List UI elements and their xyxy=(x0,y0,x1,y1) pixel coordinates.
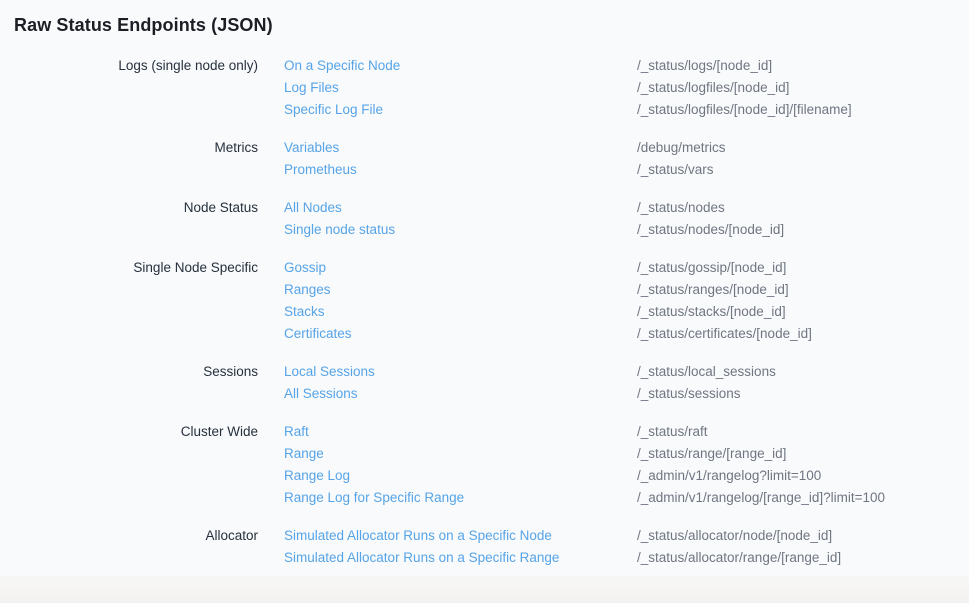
section-cluster-wide: Cluster Wide Raft Range Range Log Range … xyxy=(0,421,969,509)
endpoint-link[interactable]: Simulated Allocator Runs on a Specific N… xyxy=(284,525,552,547)
section-label: Cluster Wide xyxy=(0,421,258,509)
section-label: Sessions xyxy=(0,361,258,405)
section-metrics: Metrics Variables Prometheus /debug/metr… xyxy=(0,137,969,181)
endpoint-link[interactable]: Range Log xyxy=(284,465,350,487)
section-links: Simulated Allocator Runs on a Specific N… xyxy=(284,525,611,569)
endpoint-link[interactable]: Range Log for Specific Range xyxy=(284,487,464,509)
endpoint-link[interactable]: All Nodes xyxy=(284,197,342,219)
endpoint-link[interactable]: Variables xyxy=(284,137,339,159)
section-paths: /_status/raft /_status/range/[range_id] … xyxy=(637,421,969,509)
section-single-node-specific: Single Node Specific Gossip Ranges Stack… xyxy=(0,257,969,345)
endpoint-path: /_status/raft xyxy=(637,421,969,443)
section-links: Local Sessions All Sessions xyxy=(284,361,611,405)
endpoint-path: /_status/range/[range_id] xyxy=(637,443,969,465)
endpoint-path: /debug/metrics xyxy=(637,137,969,159)
section-label: Logs (single node only) xyxy=(0,55,258,121)
section-node-status: Node Status All Nodes Single node status… xyxy=(0,197,969,241)
endpoint-sections: Logs (single node only) On a Specific No… xyxy=(0,55,969,569)
section-links: On a Specific Node Log Files Specific Lo… xyxy=(284,55,611,121)
endpoint-path: /_status/gossip/[node_id] xyxy=(637,257,969,279)
endpoint-link[interactable]: Single node status xyxy=(284,219,395,241)
endpoint-link[interactable]: Ranges xyxy=(284,279,331,301)
page-bottom-strip xyxy=(0,576,969,603)
endpoint-path: /_status/allocator/node/[node_id] xyxy=(637,525,969,547)
endpoint-link[interactable]: Range xyxy=(284,443,324,465)
endpoint-link[interactable]: Local Sessions xyxy=(284,361,375,383)
endpoint-path: /_status/logfiles/[node_id]/[filename] xyxy=(637,99,969,121)
endpoint-link[interactable]: Simulated Allocator Runs on a Specific R… xyxy=(284,547,559,569)
endpoint-path: /_status/logfiles/[node_id] xyxy=(637,77,969,99)
section-links: Raft Range Range Log Range Log for Speci… xyxy=(284,421,611,509)
section-paths: /_status/allocator/node/[node_id] /_stat… xyxy=(637,525,969,569)
endpoint-link[interactable]: On a Specific Node xyxy=(284,55,400,77)
section-label: Allocator xyxy=(0,525,258,569)
endpoint-path: /_status/sessions xyxy=(637,383,969,405)
section-paths: /_status/gossip/[node_id] /_status/range… xyxy=(637,257,969,345)
section-label: Single Node Specific xyxy=(0,257,258,345)
page-title: Raw Status Endpoints (JSON) xyxy=(14,12,969,38)
section-sessions: Sessions Local Sessions All Sessions /_s… xyxy=(0,361,969,405)
endpoint-link[interactable]: Specific Log File xyxy=(284,99,383,121)
endpoint-path: /_status/logs/[node_id] xyxy=(637,55,969,77)
endpoint-path: /_status/allocator/range/[range_id] xyxy=(637,547,969,569)
endpoint-link[interactable]: Stacks xyxy=(284,301,325,323)
endpoint-link[interactable]: Gossip xyxy=(284,257,326,279)
endpoint-link[interactable]: Prometheus xyxy=(284,159,357,181)
section-paths: /debug/metrics /_status/vars xyxy=(637,137,969,181)
endpoint-path: /_status/nodes/[node_id] xyxy=(637,219,969,241)
endpoint-path: /_status/stacks/[node_id] xyxy=(637,301,969,323)
endpoint-link[interactable]: Raft xyxy=(284,421,309,443)
endpoint-path: /_status/ranges/[node_id] xyxy=(637,279,969,301)
section-logs: Logs (single node only) On a Specific No… xyxy=(0,55,969,121)
endpoint-path: /_status/vars xyxy=(637,159,969,181)
endpoint-path: /_admin/v1/rangelog/[range_id]?limit=100 xyxy=(637,487,969,509)
endpoint-link[interactable]: All Sessions xyxy=(284,383,358,405)
section-links: All Nodes Single node status xyxy=(284,197,611,241)
endpoint-path: /_status/local_sessions xyxy=(637,361,969,383)
section-paths: /_status/nodes /_status/nodes/[node_id] xyxy=(637,197,969,241)
endpoint-link[interactable]: Log Files xyxy=(284,77,339,99)
endpoint-path: /_status/certificates/[node_id] xyxy=(637,323,969,345)
section-label: Node Status xyxy=(0,197,258,241)
section-paths: /_status/logs/[node_id] /_status/logfile… xyxy=(637,55,969,121)
endpoint-path: /_admin/v1/rangelog?limit=100 xyxy=(637,465,969,487)
raw-status-endpoints-panel: Raw Status Endpoints (JSON) Logs (single… xyxy=(0,0,969,576)
section-links: Variables Prometheus xyxy=(284,137,611,181)
endpoint-link[interactable]: Certificates xyxy=(284,323,352,345)
section-links: Gossip Ranges Stacks Certificates xyxy=(284,257,611,345)
section-paths: /_status/local_sessions /_status/session… xyxy=(637,361,969,405)
section-label: Metrics xyxy=(0,137,258,181)
endpoint-path: /_status/nodes xyxy=(637,197,969,219)
section-allocator: Allocator Simulated Allocator Runs on a … xyxy=(0,525,969,569)
